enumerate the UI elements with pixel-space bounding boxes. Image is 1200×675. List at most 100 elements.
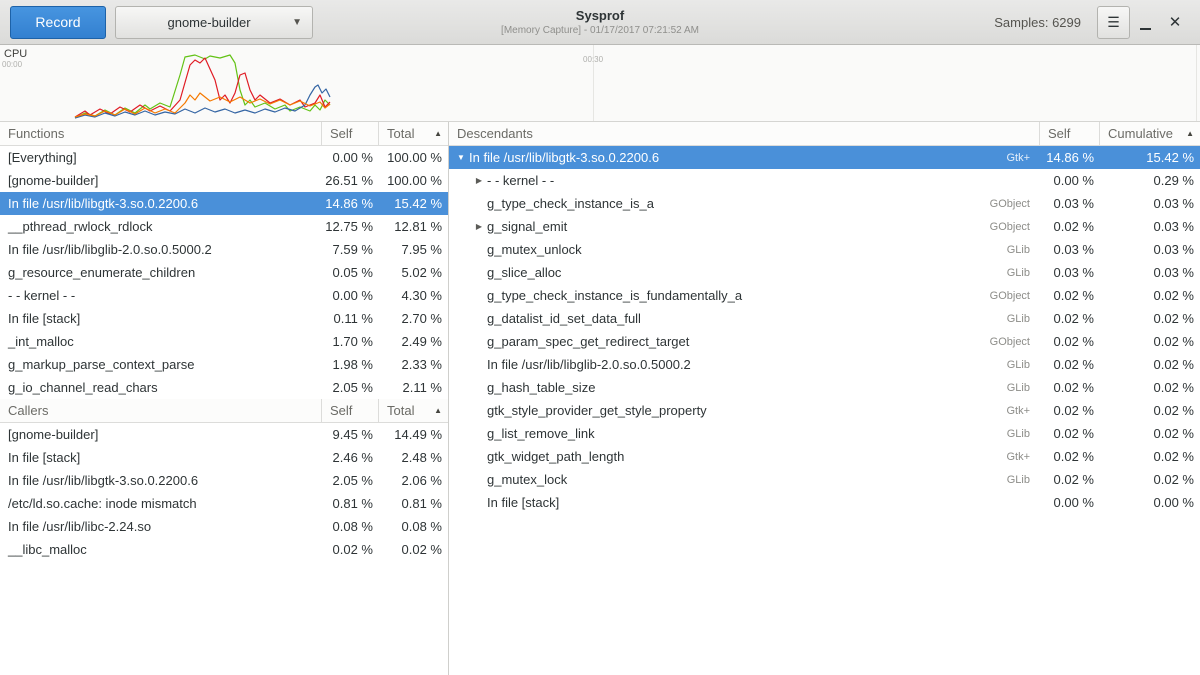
table-row[interactable]: __libc_malloc0.02 %0.02 % [0,538,448,561]
library-category: GObject [982,290,1040,302]
tree-row[interactable]: g_mutex_unlockGLib0.03 %0.03 % [449,238,1200,261]
expander-icon[interactable]: ▶ [471,222,487,231]
table-row[interactable]: _int_malloc1.70 %2.49 % [0,330,448,353]
tree-row[interactable]: g_param_spec_get_redirect_targetGObject0… [449,330,1200,353]
function-name: - - kernel - - [0,288,322,303]
function-name: g_param_spec_get_redirect_target [487,334,689,349]
function-name: In file /usr/lib/libglib-2.0.so.0.5000.2 [0,242,322,257]
tree-row[interactable]: gtk_style_provider_get_style_propertyGtk… [449,399,1200,422]
self-value: 0.02 % [322,542,379,557]
column-header-functions[interactable]: Functions [0,122,322,145]
tree-row[interactable]: gtk_widget_path_lengthGtk+0.02 %0.02 % [449,445,1200,468]
column-header-self[interactable]: Self [322,122,379,145]
tree-row[interactable]: g_hash_table_sizeGLib0.02 %0.02 % [449,376,1200,399]
close-button[interactable]: ✕ [1160,6,1190,39]
tree-row[interactable]: ▶g_signal_emitGObject0.02 %0.03 % [449,215,1200,238]
library-category: GLib [999,382,1040,394]
column-header-total[interactable]: Total ▲ [379,122,448,145]
total-value: 2.06 % [379,473,448,488]
total-value: 2.33 % [379,357,448,372]
record-button[interactable]: Record [10,6,106,39]
column-header-cumulative[interactable]: Cumulative ▲ [1100,122,1200,145]
column-header-self[interactable]: Self [322,399,379,422]
column-header-total[interactable]: Total ▲ [379,399,448,422]
column-header-self[interactable]: Self [1040,122,1100,145]
function-name: g_hash_table_size [487,380,595,395]
tree-row[interactable]: In file [stack]0.00 %0.00 % [449,491,1200,514]
expander-icon[interactable]: ▼ [453,153,469,162]
left-panel: Functions Self Total ▲ [Everything]0.00 … [0,122,449,675]
tree-name-cell: ▶- - kernel - - [449,173,1040,188]
tree-row[interactable]: g_type_check_instance_is_aGObject0.03 %0… [449,192,1200,215]
tree-row[interactable]: g_type_check_instance_is_fundamentally_a… [449,284,1200,307]
column-header-total-label: Total [387,126,414,141]
right-panel: Descendants Self Cumulative ▲ ▼In file /… [449,122,1200,675]
library-category: GObject [982,198,1040,210]
menu-button[interactable]: ☰ [1097,6,1130,39]
tree-row[interactable]: g_list_remove_linkGLib0.02 %0.02 % [449,422,1200,445]
total-value: 2.70 % [379,311,448,326]
table-row[interactable]: [gnome-builder]9.45 %14.49 % [0,423,448,446]
self-value: 14.86 % [1040,150,1100,165]
tree-name-cell: g_list_remove_linkGLib [449,426,1040,441]
cumulative-value: 0.02 % [1100,311,1200,326]
tree-row[interactable]: g_datalist_id_set_data_fullGLib0.02 %0.0… [449,307,1200,330]
function-name: In file /usr/lib/libc-2.24.so [0,519,322,534]
tree-row[interactable]: In file /usr/lib/libglib-2.0.so.0.5000.2… [449,353,1200,376]
table-row[interactable]: [gnome-builder]26.51 %100.00 % [0,169,448,192]
minimize-icon [1140,28,1151,30]
self-value: 0.02 % [1040,334,1100,349]
table-row[interactable]: In file /usr/lib/libgtk-3.so.0.2200.614.… [0,192,448,215]
total-value: 12.81 % [379,219,448,234]
table-row[interactable]: In file /usr/lib/libglib-2.0.so.0.5000.2… [0,238,448,261]
table-row[interactable]: In file /usr/lib/libgtk-3.so.0.2200.62.0… [0,469,448,492]
total-value: 0.81 % [379,496,448,511]
function-name: g_mutex_unlock [487,242,582,257]
table-row[interactable]: In file /usr/lib/libc-2.24.so0.08 %0.08 … [0,515,448,538]
descendants-table: ▼In file /usr/lib/libgtk-3.so.0.2200.6Gt… [449,146,1200,514]
table-row[interactable]: /etc/ld.so.cache: inode mismatch0.81 %0.… [0,492,448,515]
process-dropdown[interactable]: gnome-builder ▼ [115,6,313,39]
tree-name-cell: g_hash_table_size GLib [449,380,1040,395]
self-value: 7.59 % [322,242,379,257]
process-dropdown-label: gnome-builder [126,15,292,30]
total-value: 14.49 % [379,427,448,442]
expander-icon[interactable]: ▶ [471,176,487,185]
table-row[interactable]: In file [stack]2.46 %2.48 % [0,446,448,469]
function-name: g_type_check_instance_is_fundamentally_a [487,288,742,303]
total-value: 5.02 % [379,265,448,280]
cumulative-value: 0.03 % [1100,219,1200,234]
function-name: In file [stack] [487,495,559,510]
column-header-descendants[interactable]: Descendants [449,122,1040,145]
callers-table: [gnome-builder]9.45 %14.49 %In file [sta… [0,423,448,561]
tree-row[interactable]: ▶- - kernel - -0.00 %0.29 % [449,169,1200,192]
self-value: 0.02 % [1040,449,1100,464]
total-value: 7.95 % [379,242,448,257]
callers-table-header: Callers Self Total ▲ [0,399,448,423]
tree-name-cell: In file [stack] [449,495,1040,510]
self-value: 14.86 % [322,196,379,211]
tree-row[interactable]: g_mutex_lockGLib0.02 %0.02 % [449,468,1200,491]
library-category: GLib [999,244,1040,256]
column-header-callers[interactable]: Callers [0,399,322,422]
tree-row[interactable]: g_slice_allocGLib0.03 %0.03 % [449,261,1200,284]
self-value: 0.02 % [1040,403,1100,418]
function-name: [gnome-builder] [0,427,322,442]
cpu-timeline[interactable]: CPU 00:00 00:30 [0,45,1200,122]
self-value: 0.02 % [1040,472,1100,487]
tree-row[interactable]: ▼In file /usr/lib/libgtk-3.so.0.2200.6Gt… [449,146,1200,169]
table-row[interactable]: g_resource_enumerate_children0.05 %5.02 … [0,261,448,284]
table-row[interactable]: g_io_channel_read_chars2.05 %2.11 % [0,376,448,399]
self-value: 9.45 % [322,427,379,442]
table-row[interactable]: [Everything]0.00 %100.00 % [0,146,448,169]
function-name: In file /usr/lib/libgtk-3.so.0.2200.6 [0,196,322,211]
table-row[interactable]: __pthread_rwlock_rdlock12.75 %12.81 % [0,215,448,238]
table-row[interactable]: g_markup_parse_context_parse1.98 %2.33 % [0,353,448,376]
function-name: g_slice_alloc [487,265,561,280]
minimize-button[interactable] [1130,6,1160,39]
cumulative-value: 0.02 % [1100,288,1200,303]
table-row[interactable]: In file [stack]0.11 %2.70 % [0,307,448,330]
main-area: Functions Self Total ▲ [Everything]0.00 … [0,122,1200,675]
library-category: Gtk+ [998,405,1040,417]
table-row[interactable]: - - kernel - -0.00 %4.30 % [0,284,448,307]
